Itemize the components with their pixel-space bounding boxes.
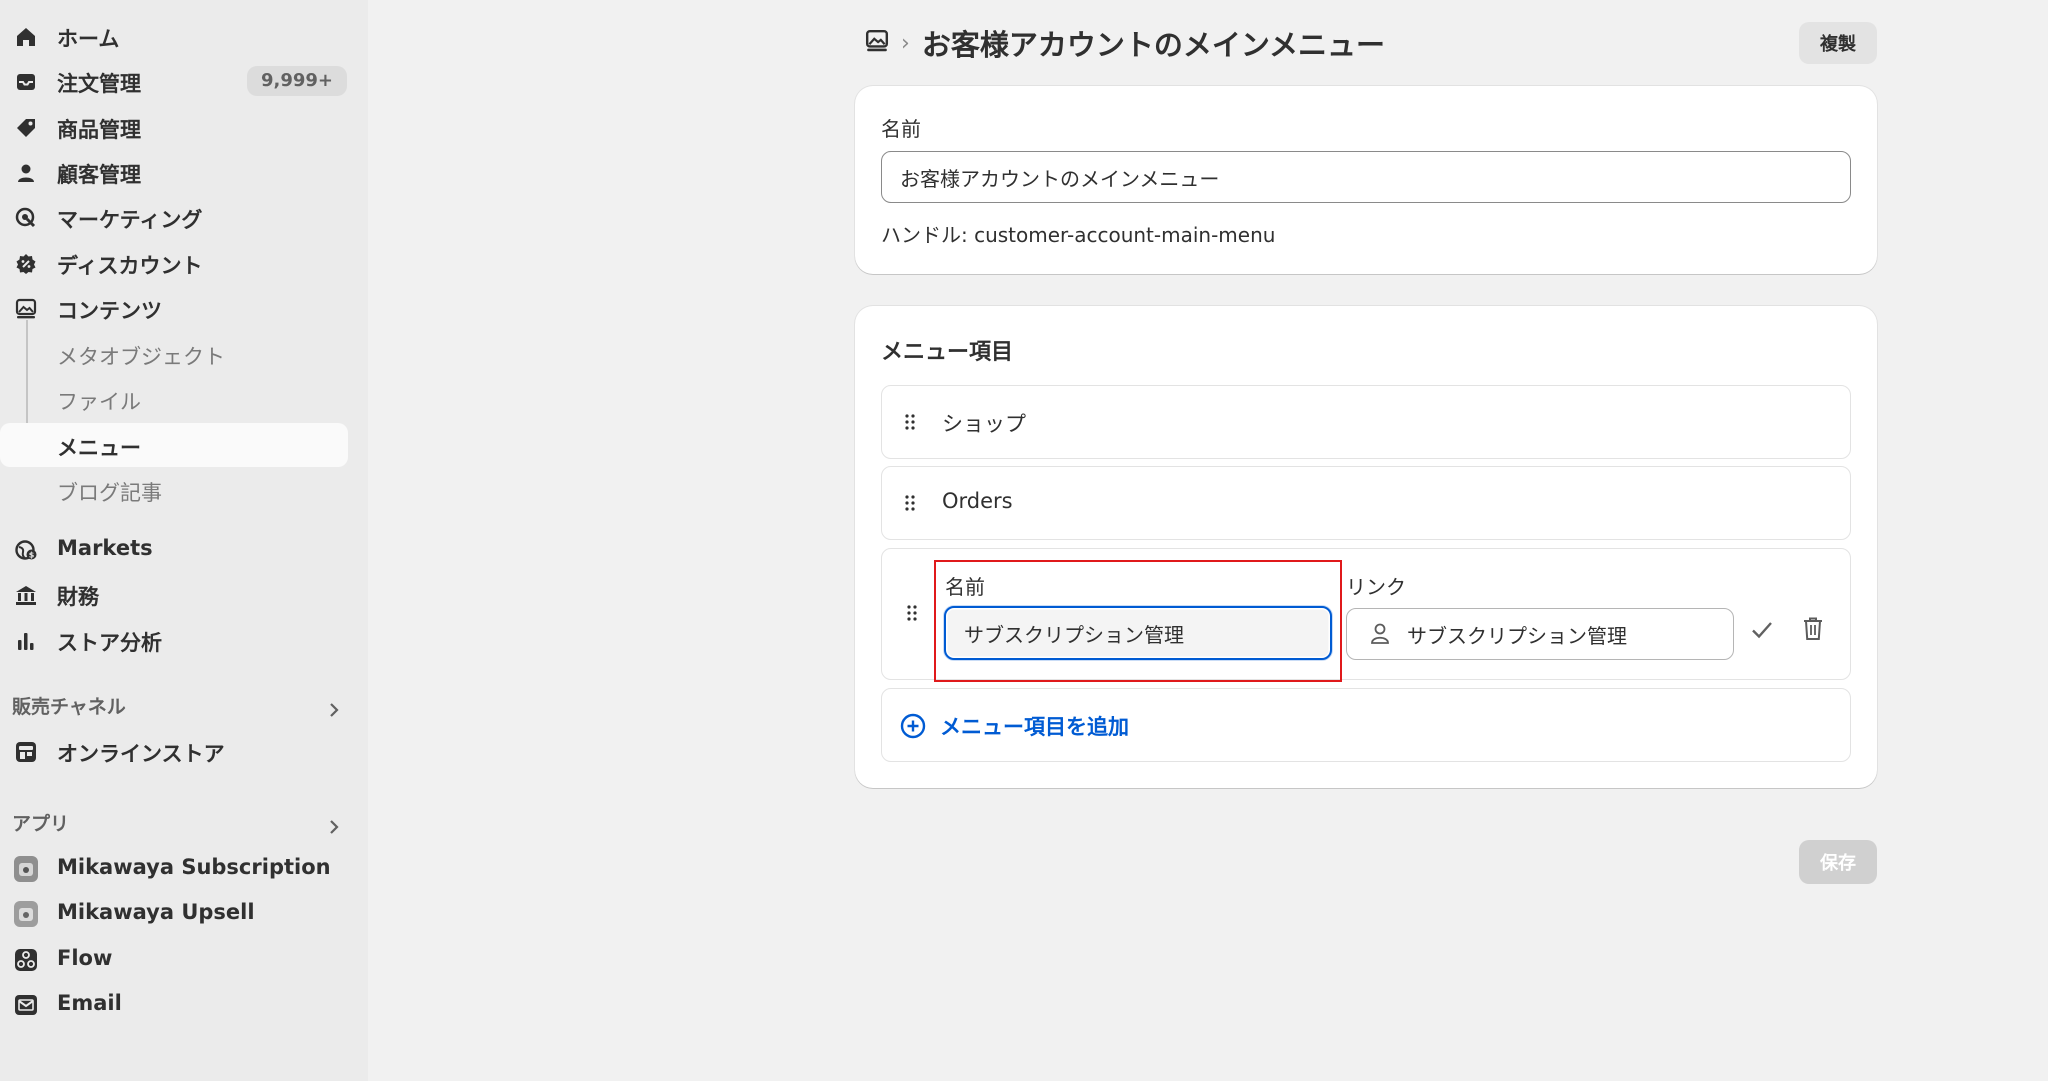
sidebar-item-label: ホーム bbox=[57, 27, 120, 51]
orders-count-badge: 9,999+ bbox=[246, 66, 347, 96]
chevron-right-icon bbox=[326, 817, 342, 842]
sidebar-item-content[interactable]: コンテンツ bbox=[0, 286, 350, 330]
add-menu-item-button[interactable]: メニュー項目を追加 bbox=[881, 688, 1851, 762]
bank-icon bbox=[14, 583, 38, 607]
sidebar-subitem-files[interactable]: ファイル bbox=[0, 377, 350, 421]
sidebar-item-markets[interactable]: $ Markets bbox=[0, 527, 350, 571]
svg-text:$: $ bbox=[29, 551, 35, 560]
image-icon bbox=[14, 297, 38, 321]
sidebar-item-label: コンテンツ bbox=[57, 299, 162, 323]
sidebar-item-home[interactable]: ホーム bbox=[0, 14, 350, 58]
tag-icon bbox=[14, 116, 38, 140]
bar-chart-icon bbox=[14, 629, 38, 653]
sidebar-item-label: ディスカウント bbox=[57, 254, 203, 278]
drag-handle-icon[interactable] bbox=[904, 413, 916, 435]
item-name-value: サブスクリプション管理 bbox=[964, 622, 1184, 647]
menu-name-input[interactable]: お客様アカウントのメインメニュー bbox=[881, 151, 1851, 203]
sidebar-item-orders[interactable]: 注文管理 9,999+ bbox=[0, 59, 350, 103]
sidebar-app-flow[interactable]: Flow bbox=[0, 937, 350, 981]
sidebar-item-label: Flow bbox=[57, 946, 113, 970]
sidebar-subitem-metaobjects[interactable]: メタオブジェクト bbox=[0, 332, 350, 376]
sidebar-item-label: ストア分析 bbox=[57, 631, 162, 655]
flow-icon bbox=[14, 948, 38, 972]
handle-text: ハンドル: customer-account-main-menu bbox=[881, 223, 1276, 247]
item-link-value: サブスクリプション管理 bbox=[1407, 623, 1627, 648]
sidebar-item-label: Email bbox=[57, 991, 122, 1015]
home-icon bbox=[14, 25, 38, 49]
sidebar-subitem-label: メニュー bbox=[57, 436, 141, 460]
sidebar-item-label: マーケティング bbox=[57, 208, 203, 232]
duplicate-button[interactable]: 複製 bbox=[1799, 22, 1877, 64]
discount-icon bbox=[14, 252, 38, 276]
plus-circle-icon bbox=[900, 713, 926, 743]
confirm-check-icon[interactable] bbox=[1750, 618, 1774, 646]
menu-item-row[interactable]: ショップ bbox=[881, 385, 1851, 459]
sidebar-item-marketing[interactable]: マーケティング bbox=[0, 195, 350, 239]
sidebar-item-finance[interactable]: 財務 bbox=[0, 572, 350, 616]
sidebar: ホーム 注文管理 9,999+ 商品管理 顧客管理 マーケティング ディスカウン… bbox=[0, 0, 368, 1081]
sidebar-subitem-label: メタオブジェクト bbox=[57, 345, 225, 369]
sidebar-subitem-menus[interactable]: メニュー bbox=[0, 423, 348, 467]
sidebar-app-mikawaya-subscription[interactable]: Mikawaya Subscription bbox=[0, 846, 350, 890]
sidebar-item-online-store[interactable]: オンラインストア bbox=[0, 729, 350, 773]
sidebar-item-label: Mikawaya Subscription bbox=[57, 855, 331, 879]
sidebar-subitem-label: ファイル bbox=[57, 390, 141, 414]
page-header: › お客様アカウントのメインメニュー bbox=[865, 20, 1385, 66]
apps-heading[interactable]: アプリ bbox=[12, 809, 352, 845]
inbox-icon bbox=[14, 70, 38, 94]
save-button[interactable]: 保存 bbox=[1799, 840, 1877, 884]
sidebar-item-products[interactable]: 商品管理 bbox=[0, 105, 350, 149]
item-link-label: リンク bbox=[1346, 575, 1406, 599]
drag-handle-icon[interactable] bbox=[904, 494, 916, 516]
breadcrumb-separator: › bbox=[901, 30, 910, 56]
app-icon bbox=[14, 901, 38, 927]
trash-icon[interactable] bbox=[1802, 616, 1824, 646]
store-icon bbox=[14, 740, 38, 764]
email-icon bbox=[14, 993, 38, 1017]
item-name-label: 名前 bbox=[945, 575, 985, 599]
sidebar-item-label: 注文管理 bbox=[57, 72, 141, 96]
drag-handle-icon[interactable] bbox=[906, 604, 918, 626]
section-heading-label: 販売チャネル bbox=[12, 696, 126, 718]
image-icon[interactable] bbox=[865, 29, 889, 57]
sidebar-item-label: 商品管理 bbox=[57, 118, 141, 142]
sidebar-item-analytics[interactable]: ストア分析 bbox=[0, 618, 350, 662]
sidebar-item-label: 顧客管理 bbox=[57, 163, 141, 187]
name-field-label: 名前 bbox=[881, 117, 921, 141]
sales-channels-heading[interactable]: 販売チャネル bbox=[12, 692, 352, 728]
sidebar-item-discounts[interactable]: ディスカウント bbox=[0, 241, 350, 285]
target-icon bbox=[14, 206, 38, 230]
chevron-right-icon bbox=[326, 700, 342, 725]
sidebar-subitem-label: ブログ記事 bbox=[57, 481, 162, 505]
page-title: お客様アカウントのメインメニュー bbox=[921, 28, 1385, 62]
sidebar-item-label: オンラインストア bbox=[57, 742, 225, 766]
menu-item-row[interactable]: Orders bbox=[881, 466, 1851, 540]
item-link-input[interactable]: サブスクリプション管理 bbox=[1346, 608, 1734, 660]
item-name-input[interactable]: サブスクリプション管理 bbox=[944, 606, 1332, 660]
person-icon bbox=[14, 161, 38, 185]
menu-item-label: ショップ bbox=[942, 412, 1026, 436]
sidebar-item-label: 財務 bbox=[57, 585, 99, 609]
sidebar-item-label: Markets bbox=[57, 536, 153, 560]
menu-name-value: お客様アカウントのメインメニュー bbox=[900, 166, 1220, 191]
menu-item-label: Orders bbox=[942, 489, 1013, 513]
person-icon bbox=[1369, 622, 1391, 651]
section-heading-label: アプリ bbox=[12, 813, 70, 835]
sidebar-item-label: Mikawaya Upsell bbox=[57, 900, 255, 924]
sidebar-app-mikawaya-upsell[interactable]: Mikawaya Upsell bbox=[0, 891, 350, 935]
sidebar-item-customers[interactable]: 顧客管理 bbox=[0, 150, 350, 194]
menu-items-title: メニュー項目 bbox=[881, 340, 1014, 365]
add-menu-item-label: メニュー項目を追加 bbox=[940, 715, 1129, 739]
app-icon bbox=[14, 856, 38, 882]
sidebar-subitem-blog-posts[interactable]: ブログ記事 bbox=[0, 468, 350, 512]
sidebar-app-email[interactable]: Email bbox=[0, 982, 350, 1026]
globe-icon: $ bbox=[14, 538, 38, 562]
